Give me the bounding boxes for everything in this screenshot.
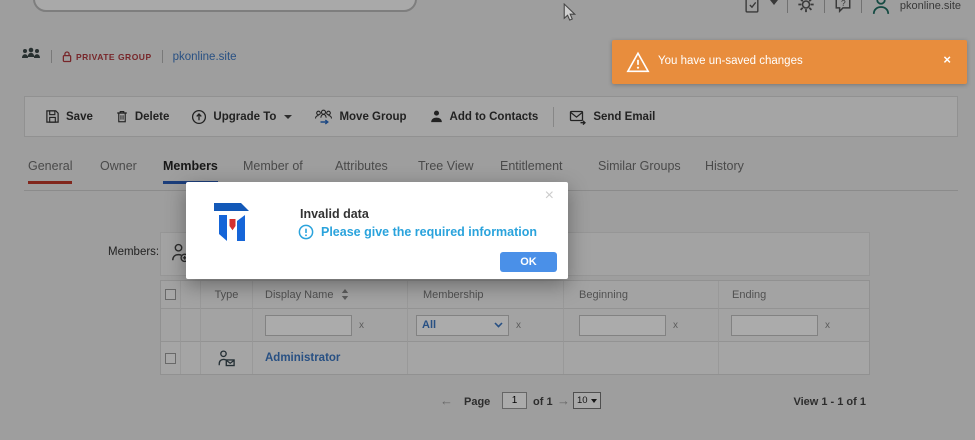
unsaved-changes-toast: You have un-saved changes ×: [612, 40, 967, 84]
warning-icon: [626, 51, 650, 73]
invalid-data-dialog: × Invalid data Please give the required …: [186, 182, 568, 279]
info-icon: [298, 224, 314, 240]
app-logo-icon: [214, 203, 249, 241]
toast-close-button[interactable]: ×: [943, 53, 951, 66]
dialog-close-button[interactable]: ×: [545, 188, 554, 204]
toast-message: You have un-saved changes: [658, 55, 803, 67]
dialog-title: Invalid data: [300, 207, 369, 221]
mouse-cursor: [563, 3, 576, 21]
dialog-message-row: Please give the required information: [298, 224, 537, 240]
ok-button[interactable]: OK: [500, 252, 557, 272]
dialog-message: Please give the required information: [321, 225, 538, 239]
